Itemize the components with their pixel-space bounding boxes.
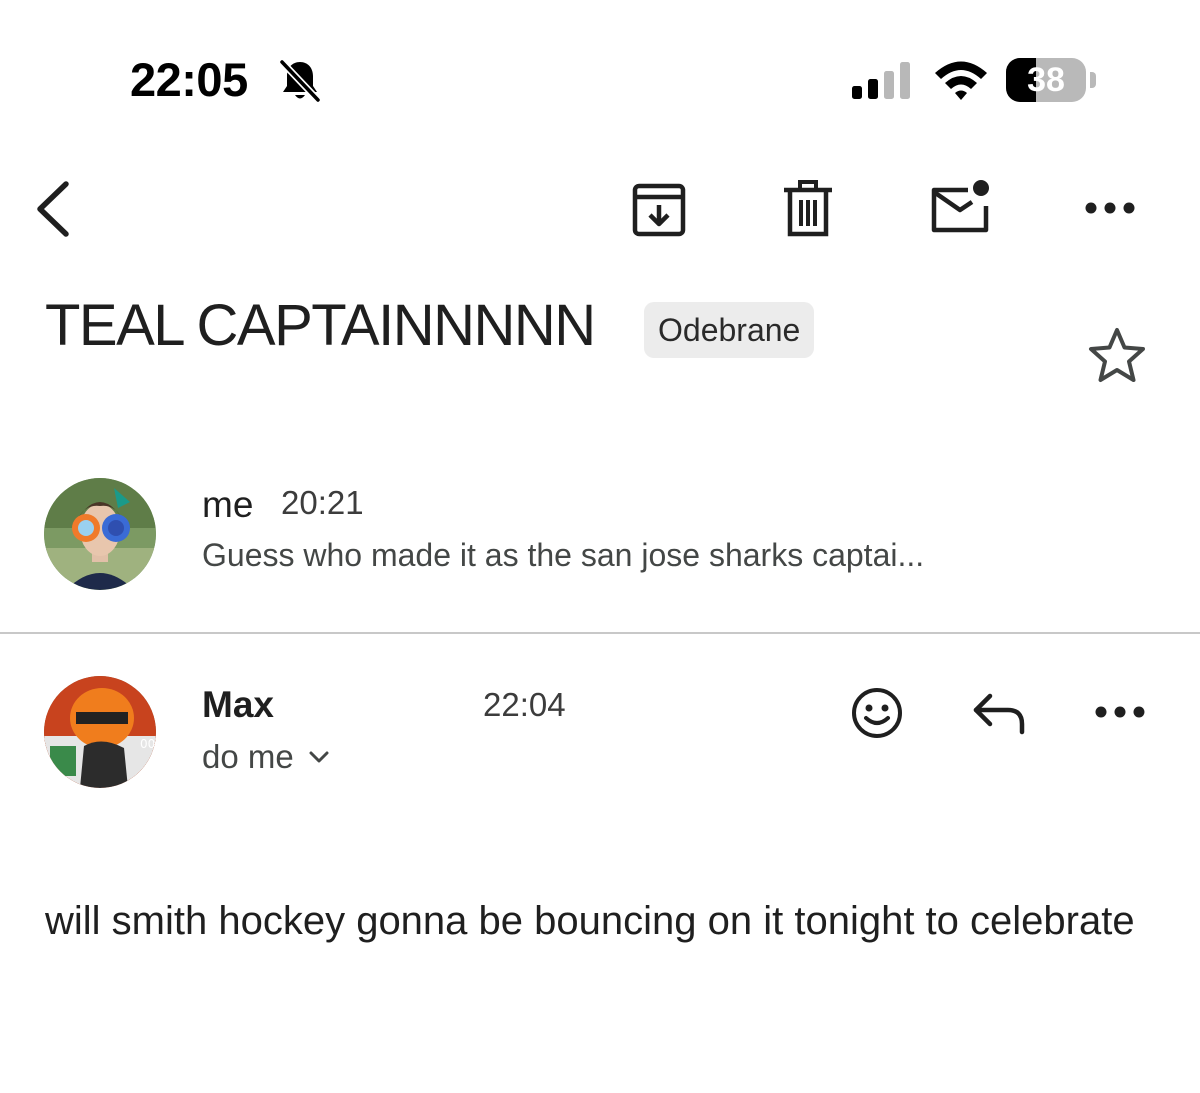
message-time: 22:04 — [483, 686, 566, 723]
avatar — [44, 478, 156, 590]
star-outline-icon[interactable] — [1086, 326, 1148, 384]
mark-unread-icon[interactable] — [928, 178, 992, 236]
more-horizontal-icon[interactable] — [1084, 196, 1136, 220]
more-horizontal-icon[interactable] — [1094, 700, 1146, 724]
sender-name: Max — [202, 684, 274, 725]
wifi-icon — [935, 61, 987, 100]
trash-icon[interactable] — [782, 180, 834, 238]
sender-name: me — [202, 484, 254, 525]
cellular-signal-icon — [852, 62, 910, 99]
message-body: will smith hockey gonna be bouncing on i… — [45, 899, 1135, 943]
recipient-toggle[interactable]: do me — [202, 738, 330, 776]
thread-subject: TEAL CAPTAINNNNN — [45, 293, 596, 358]
label-chip[interactable]: Odebrane — [644, 302, 815, 358]
battery-level: 38 — [1027, 61, 1065, 99]
reply-icon[interactable] — [970, 690, 1028, 736]
avatar: 00 — [44, 676, 156, 788]
status-time: 22:05 — [130, 53, 248, 106]
divider — [0, 632, 1200, 634]
back-icon[interactable] — [30, 178, 80, 240]
recipient-text: do me — [202, 738, 294, 775]
svg-text:00: 00 — [140, 737, 155, 751]
smiley-icon[interactable] — [850, 686, 904, 740]
archive-icon[interactable] — [630, 182, 688, 238]
message-time: 20:21 — [281, 484, 364, 521]
message-snippet: Guess who made it as the san jose sharks… — [202, 537, 925, 573]
chevron-down-icon — [309, 751, 329, 763]
battery-indicator: 38 — [1006, 58, 1098, 102]
bell-slash-icon — [279, 59, 321, 103]
